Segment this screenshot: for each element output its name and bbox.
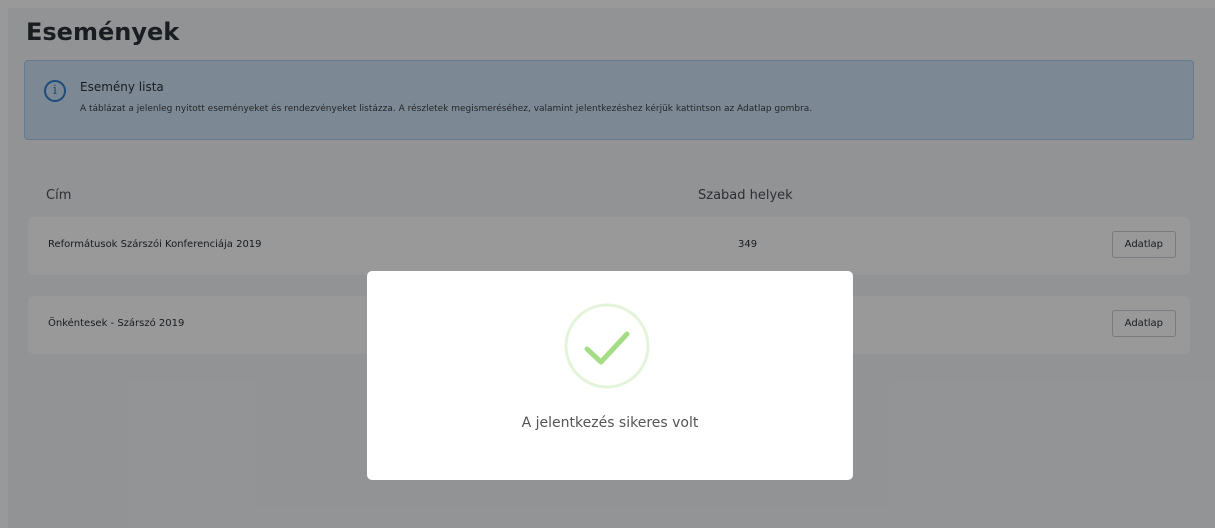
- success-check-icon: [564, 303, 650, 389]
- success-dialog: A jelentkezés sikeres volt: [367, 271, 853, 480]
- success-message: A jelentkezés sikeres volt: [521, 415, 699, 431]
